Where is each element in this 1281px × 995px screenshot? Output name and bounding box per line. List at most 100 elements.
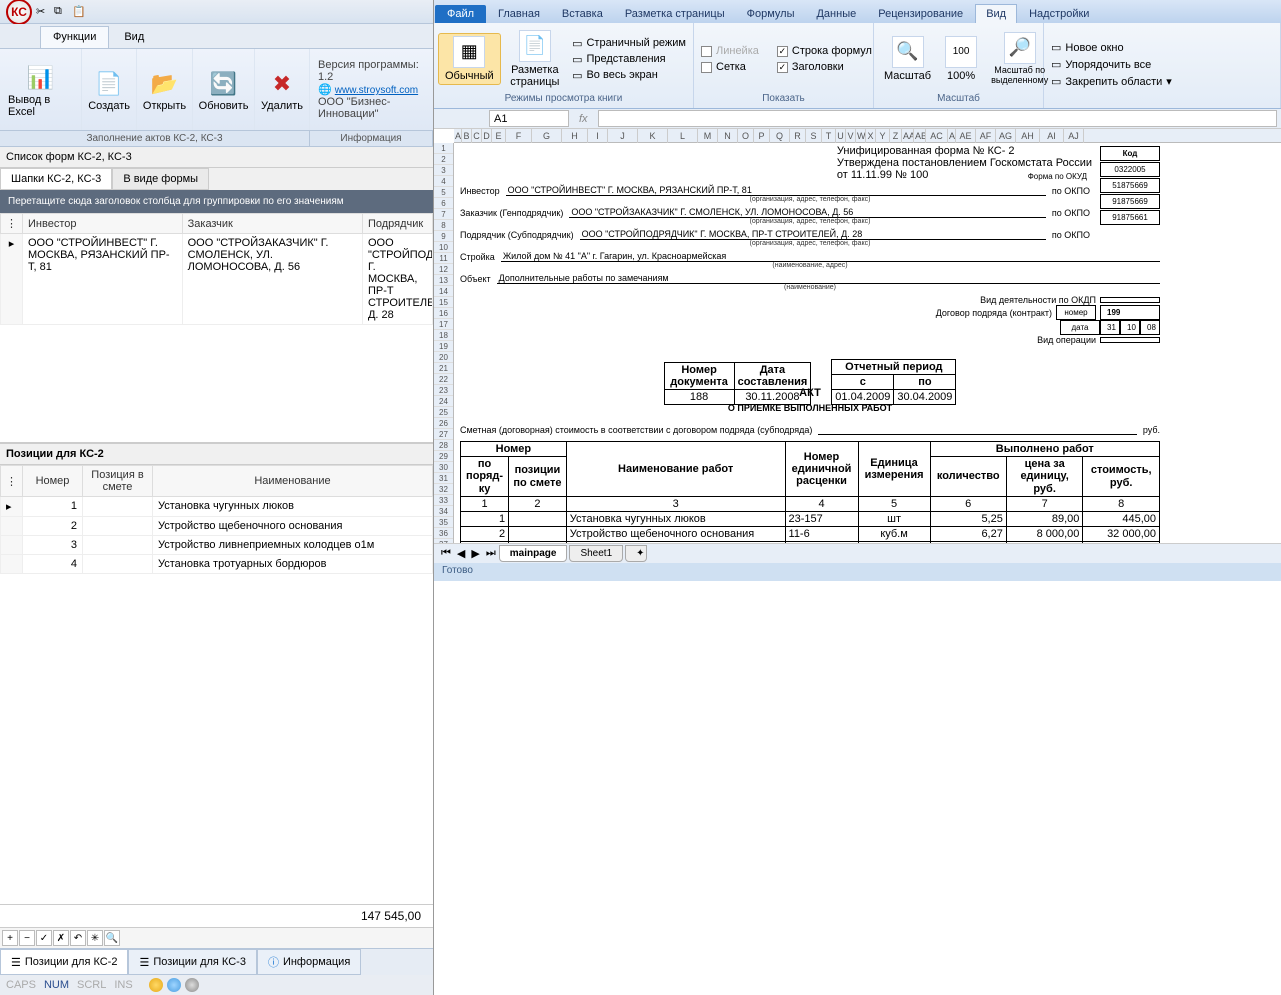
col-header[interactable]: I: [588, 129, 608, 143]
row-header[interactable]: 27: [434, 429, 453, 440]
col-header[interactable]: F: [506, 129, 532, 143]
row-header[interactable]: 33: [434, 495, 453, 506]
col-contractor[interactable]: Подрядчик: [362, 214, 432, 234]
row-header[interactable]: 15: [434, 297, 453, 308]
list-item[interactable]: ▸1Установка чугунных люков: [1, 497, 433, 517]
col-header[interactable]: K: [638, 129, 668, 143]
tab-pagelayout[interactable]: Разметка страницы: [615, 5, 735, 23]
row-header[interactable]: 21: [434, 363, 453, 374]
sheet-nav-first-icon[interactable]: ⏮: [438, 547, 454, 560]
name-box[interactable]: [489, 110, 569, 127]
new-window-button[interactable]: ▭Новое окно: [1048, 40, 1175, 55]
sheet-sheet1[interactable]: Sheet1: [569, 545, 623, 562]
tab-file[interactable]: Файл: [435, 5, 486, 23]
row-header[interactable]: 25: [434, 407, 453, 418]
col-header[interactable]: W: [856, 129, 866, 143]
delete-button[interactable]: ✖ Удалить: [255, 49, 310, 130]
tool-check-icon[interactable]: ✓: [36, 930, 52, 946]
sheet-nav-next-icon[interactable]: ▶: [468, 547, 482, 560]
col-header[interactable]: G: [532, 129, 562, 143]
fx-icon[interactable]: fx: [579, 113, 588, 125]
row-header[interactable]: 7: [434, 209, 453, 220]
tab-review[interactable]: Рецензирование: [868, 5, 973, 23]
col-header[interactable]: O: [738, 129, 754, 143]
poscol-number[interactable]: Номер: [23, 466, 83, 497]
formula-bar-check[interactable]: ✓Строка формул: [774, 44, 875, 58]
row-header[interactable]: 6: [434, 198, 453, 209]
qa-paste-icon[interactable]: 📋: [72, 5, 86, 19]
tab-view[interactable]: Вид: [111, 26, 157, 48]
row-header[interactable]: 10: [434, 242, 453, 253]
refresh-button[interactable]: 🔄 Обновить: [193, 49, 255, 130]
row-header[interactable]: 23: [434, 385, 453, 396]
subtab-headers[interactable]: Шапки КС-2, КС-3: [0, 168, 112, 190]
col-header[interactable]: AB: [914, 129, 926, 143]
col-header[interactable]: N: [718, 129, 738, 143]
bottab-ks3[interactable]: ☰Позиции для КС-3: [128, 949, 256, 975]
formula-input[interactable]: [598, 110, 1277, 127]
col-customer[interactable]: Заказчик: [182, 214, 362, 234]
row-header[interactable]: 29: [434, 451, 453, 462]
col-header[interactable]: Z: [890, 129, 902, 143]
list-item[interactable]: 4Установка тротуарных бордюров: [1, 555, 433, 574]
tool-minus-icon[interactable]: −: [19, 930, 35, 946]
col-header[interactable]: AD: [948, 129, 956, 143]
tab-addins[interactable]: Надстройки: [1019, 5, 1099, 23]
bottab-ks2[interactable]: ☰Позиции для КС-2: [0, 949, 128, 975]
worksheet[interactable]: ABCDEFGHIJKLMNOPQRSTUVWXYZAAABACADAEAFAG…: [434, 129, 1281, 543]
col-header[interactable]: S: [806, 129, 822, 143]
col-header[interactable]: AA: [902, 129, 914, 143]
page-layout-button[interactable]: 📄Разметка страницы: [503, 28, 567, 90]
sheet-nav-prev-icon[interactable]: ◀: [454, 547, 468, 560]
create-button[interactable]: 📄 Создать: [82, 49, 137, 130]
row-header[interactable]: 20: [434, 352, 453, 363]
row-header[interactable]: 32: [434, 484, 453, 495]
list-item[interactable]: 3Устройство ливнеприемных колодцев o1м: [1, 536, 433, 555]
bottab-info[interactable]: ⓘИнформация: [257, 949, 361, 975]
row-header[interactable]: 8: [434, 220, 453, 231]
col-header[interactable]: T: [822, 129, 836, 143]
qa-cut-icon[interactable]: ✂: [36, 5, 50, 19]
row-header[interactable]: 35: [434, 517, 453, 528]
col-header[interactable]: AC: [926, 129, 948, 143]
col-header[interactable]: Y: [876, 129, 890, 143]
row-header[interactable]: 4: [434, 176, 453, 187]
col-header[interactable]: Q: [770, 129, 790, 143]
row-header[interactable]: 22: [434, 374, 453, 385]
row-header[interactable]: 5: [434, 187, 453, 198]
row-header[interactable]: 37: [434, 539, 453, 543]
col-header[interactable]: H: [562, 129, 588, 143]
col-header[interactable]: M: [698, 129, 718, 143]
col-header[interactable]: AG: [996, 129, 1016, 143]
row-header[interactable]: 3: [434, 165, 453, 176]
grid-check[interactable]: Сетка: [698, 60, 762, 74]
row-header[interactable]: 14: [434, 286, 453, 297]
col-header[interactable]: A: [454, 129, 462, 143]
row-header[interactable]: 17: [434, 319, 453, 330]
row-header[interactable]: 18: [434, 330, 453, 341]
views-button[interactable]: ▭Представления: [569, 52, 689, 67]
col-header[interactable]: AE: [956, 129, 976, 143]
col-header[interactable]: AH: [1016, 129, 1040, 143]
positions-grid[interactable]: ⋮ Номер Позиция в смете Наименование ▸1У…: [0, 465, 433, 574]
open-button[interactable]: 📂 Открыть: [137, 49, 193, 130]
pagebreak-mode[interactable]: ▭Страничный режим: [569, 36, 689, 51]
sheet-nav-last-icon[interactable]: ⏭: [483, 547, 499, 560]
subtab-formview[interactable]: В виде формы: [112, 168, 209, 190]
fullscreen-button[interactable]: ▭Во весь экран: [569, 68, 689, 83]
row-header[interactable]: 12: [434, 264, 453, 275]
tab-formulas[interactable]: Формулы: [737, 5, 805, 23]
col-header[interactable]: J: [608, 129, 638, 143]
col-header[interactable]: U: [836, 129, 846, 143]
tab-insert[interactable]: Вставка: [552, 5, 613, 23]
list-item[interactable]: 2Устройство щебеночного основания: [1, 517, 433, 536]
freeze-panes-button[interactable]: ▭Закрепить области▾: [1048, 74, 1175, 89]
row-header[interactable]: 16: [434, 308, 453, 319]
row-header[interactable]: 34: [434, 506, 453, 517]
col-header[interactable]: C: [472, 129, 482, 143]
tab-functions[interactable]: Функции: [40, 26, 109, 48]
tab-home[interactable]: Главная: [488, 5, 550, 23]
tool-plus-icon[interactable]: +: [2, 930, 18, 946]
row-header[interactable]: 1: [434, 143, 453, 154]
zoom-100-button[interactable]: 100100%: [939, 34, 983, 84]
